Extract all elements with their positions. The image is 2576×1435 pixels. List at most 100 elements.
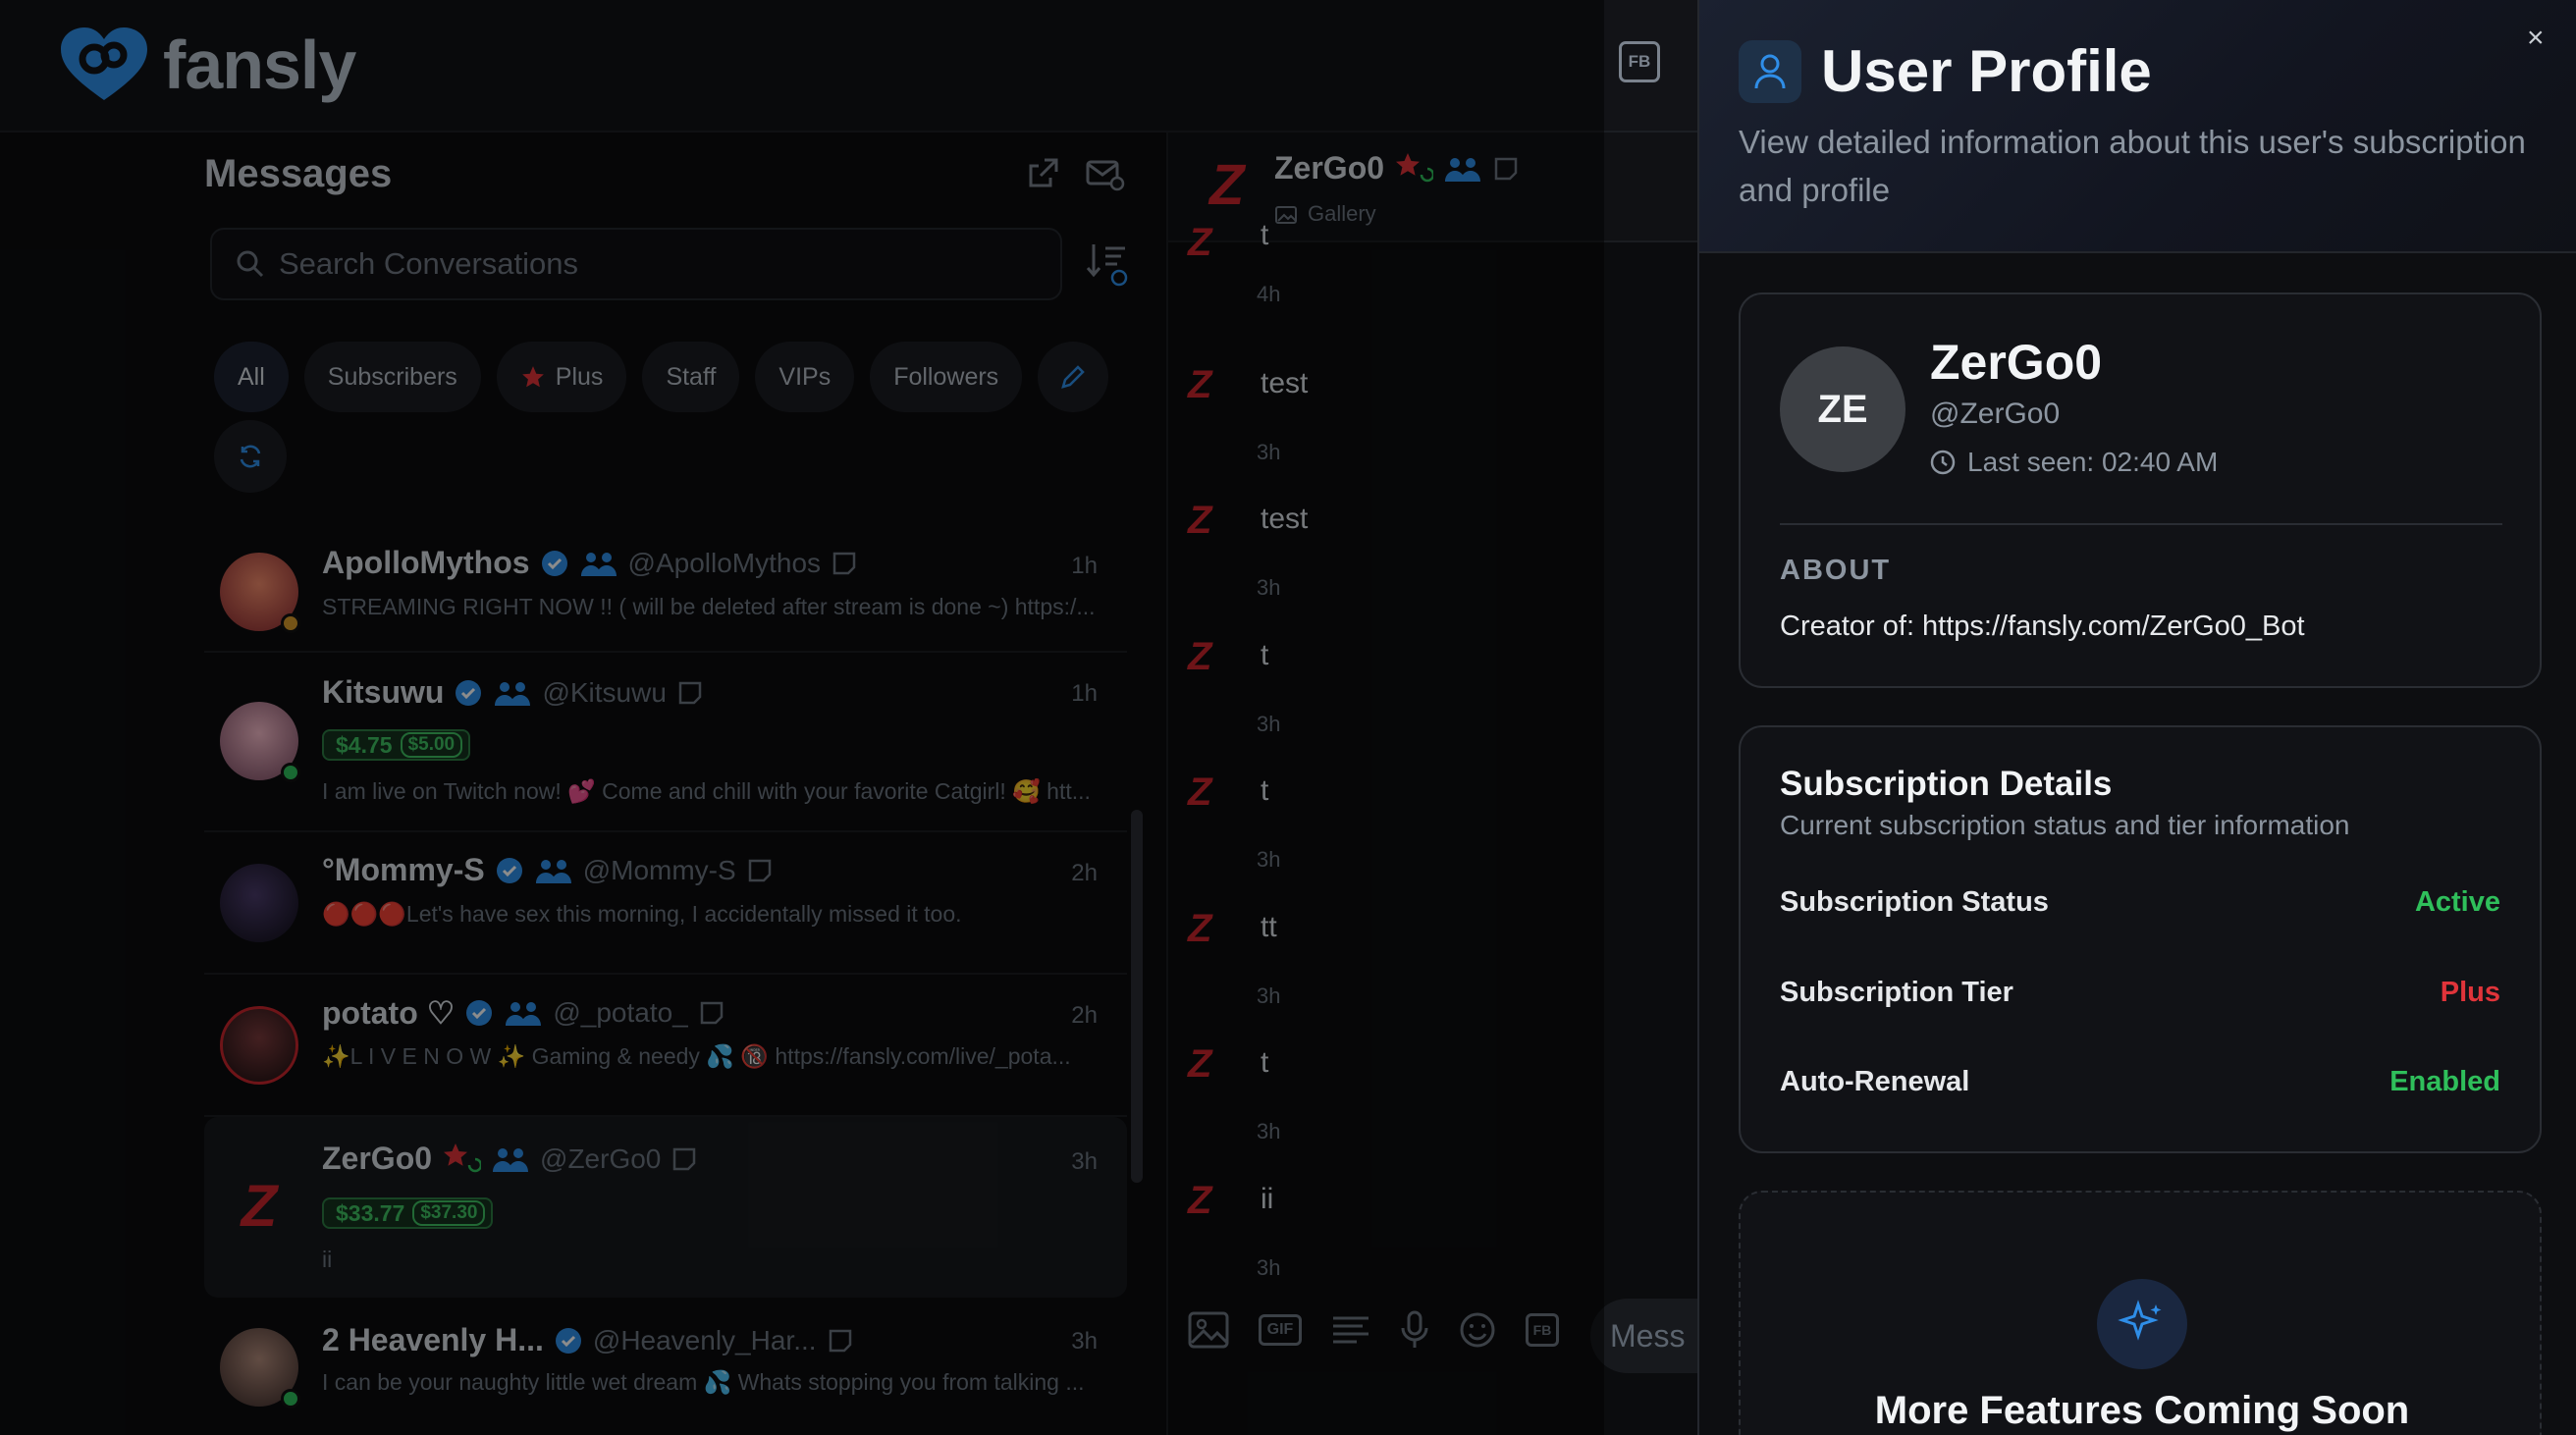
note-icon[interactable] bbox=[827, 1327, 854, 1355]
gallery-link[interactable]: Gallery bbox=[1274, 201, 1376, 227]
text-format-icon[interactable] bbox=[1331, 1312, 1370, 1348]
conversation-item[interactable]: potato ♡ @_potato_ 2h ✨L I V E N O W ✨ G… bbox=[204, 975, 1127, 1117]
conversation-preview: STREAMING RIGHT NOW !! ( will be deleted… bbox=[322, 594, 1096, 619]
status-dot bbox=[281, 763, 300, 782]
note-icon[interactable] bbox=[1492, 155, 1520, 183]
conversation-name: potato ♡ bbox=[322, 995, 456, 1031]
conversation-preview: I am live on Twitch now! 💕 Come and chil… bbox=[322, 778, 1091, 804]
sparkles-icon bbox=[2097, 1279, 2187, 1369]
panel-description: View detailed information about this use… bbox=[1739, 124, 2526, 208]
new-message-icon[interactable] bbox=[1086, 156, 1125, 191]
chat-message: Z t 4h bbox=[1188, 219, 1679, 370]
edit-filters-button[interactable] bbox=[1038, 342, 1109, 412]
search-conversations-input[interactable]: Search Conversations bbox=[210, 228, 1062, 300]
close-icon[interactable]: × bbox=[2527, 22, 2545, 55]
conversation-name: 2 Heavenly H... bbox=[322, 1322, 544, 1357]
conversation-handle: @Kitsuwu bbox=[542, 676, 667, 708]
external-link-icon[interactable] bbox=[1025, 156, 1060, 191]
conversation-time: 3h bbox=[1071, 1328, 1098, 1355]
chat-message: Z t 3h bbox=[1188, 1042, 1679, 1178]
search-placeholder: Search Conversations bbox=[279, 246, 578, 281]
price-original: $5.00 bbox=[400, 732, 463, 758]
filter-subscribers[interactable]: Subscribers bbox=[303, 342, 481, 412]
user-icon bbox=[1739, 39, 1801, 103]
search-icon bbox=[237, 250, 264, 278]
conversation-time: 1h bbox=[1071, 553, 1098, 579]
chat-avatar[interactable]: Z bbox=[1209, 152, 1244, 218]
message-time: 3h bbox=[1257, 1255, 1281, 1280]
gallery-icon bbox=[1275, 206, 1297, 224]
chat-message: Z t 3h bbox=[1188, 635, 1679, 771]
filter-staff[interactable]: Staff bbox=[642, 342, 740, 412]
subscription-card: Subscription Details Current subscriptio… bbox=[1739, 725, 2542, 1153]
refresh-button[interactable] bbox=[214, 420, 287, 493]
subscription-title: Subscription Details bbox=[1780, 765, 2113, 803]
chat-header: Z ZerGo0 Gallery bbox=[1168, 133, 1700, 242]
message-time: 3h bbox=[1257, 1119, 1281, 1143]
top-bar: fansly FB bbox=[0, 0, 1698, 133]
filter-plus-label: Plus bbox=[555, 362, 604, 391]
message-avatar: Z bbox=[1188, 907, 1212, 950]
group-icon bbox=[506, 1002, 542, 1026]
note-icon[interactable] bbox=[831, 550, 858, 577]
image-icon[interactable] bbox=[1188, 1311, 1229, 1349]
message-time: 4h bbox=[1257, 282, 1281, 306]
coming-soon-text: More Features Coming Soon bbox=[1874, 1389, 2410, 1432]
conversation-name: °Mommy-S bbox=[322, 852, 485, 887]
filter-vips[interactable]: VIPs bbox=[755, 342, 855, 412]
filter-plus[interactable]: Plus bbox=[496, 342, 627, 412]
avatar: Z bbox=[220, 1166, 298, 1245]
message-avatar: Z bbox=[1188, 221, 1212, 264]
conversation-time: 2h bbox=[1071, 1002, 1098, 1029]
message-avatar: Z bbox=[1188, 499, 1212, 542]
fb-button[interactable]: FB bbox=[1619, 41, 1660, 82]
auto-renewal-value: Enabled bbox=[2389, 1066, 2500, 1097]
conversation-item[interactable]: °Mommy-S @Mommy-S 2h 🔴🔴🔴Let's have sex t… bbox=[204, 832, 1127, 975]
filter-followers[interactable]: Followers bbox=[870, 342, 1023, 412]
fb-chat-button[interactable]: FB bbox=[1526, 1313, 1559, 1347]
about-label: ABOUT bbox=[1780, 555, 1892, 586]
conversation-name: Kitsuwu bbox=[322, 674, 445, 710]
message-avatar: Z bbox=[1188, 771, 1212, 814]
conversation-preview: I can be your naughty little wet dream 💦… bbox=[322, 1369, 1085, 1395]
chat-user-name[interactable]: ZerGo0 bbox=[1274, 150, 1384, 186]
star-icon bbox=[521, 366, 544, 388]
price-value: $33.77 bbox=[336, 1199, 405, 1226]
message-time: 3h bbox=[1257, 575, 1281, 600]
conversation-item[interactable]: ApolloMythos @ApolloMythos 1h STREAMING … bbox=[204, 525, 1127, 653]
verified-icon bbox=[496, 857, 522, 883]
chat-message: Z test 3h bbox=[1188, 499, 1679, 634]
last-seen-text: Last seen: 02:40 AM bbox=[1967, 447, 2219, 477]
message-text: t bbox=[1261, 1046, 1269, 1079]
profile-card: ZE ZerGo0 @ZerGo0 Last seen: 02:40 AM AB… bbox=[1739, 292, 2542, 688]
panel-header: User Profile View detailed information a… bbox=[1699, 0, 2576, 253]
note-icon[interactable] bbox=[746, 857, 774, 884]
price-badge: $4.75 $5.00 bbox=[322, 729, 471, 761]
message-text: test bbox=[1261, 503, 1309, 535]
message-text: t bbox=[1261, 219, 1269, 251]
clock-icon bbox=[1930, 450, 1956, 475]
filter-all[interactable]: All bbox=[214, 342, 289, 412]
verified-icon bbox=[466, 1000, 493, 1026]
note-icon[interactable] bbox=[671, 1145, 698, 1173]
gif-button[interactable]: GIF bbox=[1259, 1314, 1302, 1346]
conversation-scrollbar[interactable] bbox=[1131, 810, 1143, 1183]
conversation-item-selected[interactable]: Z ZerGo0 @ZerGo0 3h $33.77 $37.30 ii bbox=[204, 1117, 1127, 1298]
price-original: $37.30 bbox=[412, 1200, 486, 1226]
subscription-status-value: Active bbox=[2414, 886, 2500, 918]
pencil-icon bbox=[1061, 365, 1085, 389]
conversation-handle: @ApolloMythos bbox=[627, 547, 822, 578]
chat-message: Z t 3h bbox=[1188, 771, 1679, 906]
message-avatar: Z bbox=[1188, 363, 1212, 406]
note-icon[interactable] bbox=[676, 679, 704, 707]
microphone-icon[interactable] bbox=[1400, 1310, 1429, 1350]
conversation-item[interactable]: 2 Heavenly H... @Heavenly_Har... 3h I ca… bbox=[204, 1301, 1127, 1435]
conversation-item[interactable]: Kitsuwu @Kitsuwu 1h $4.75 $5.00 I am liv… bbox=[204, 653, 1127, 832]
fansly-logo[interactable]: fansly bbox=[57, 26, 356, 104]
note-icon[interactable] bbox=[698, 999, 725, 1027]
emoji-icon[interactable] bbox=[1459, 1311, 1496, 1349]
group-icon bbox=[493, 1147, 529, 1172]
star-refresh-icon bbox=[1396, 152, 1434, 182]
sort-icon[interactable] bbox=[1086, 240, 1129, 288]
conversation-preview: ✨L I V E N O W ✨ Gaming & needy 💦 🔞 http… bbox=[322, 1043, 1071, 1069]
